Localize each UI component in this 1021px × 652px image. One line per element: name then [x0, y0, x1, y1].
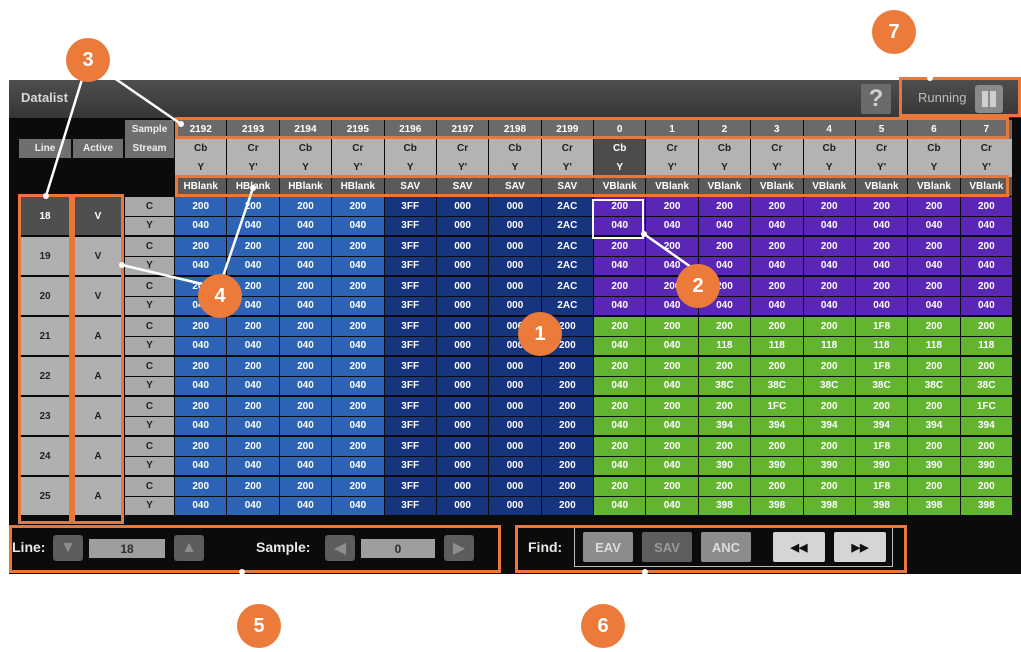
- callout-1: 1: [518, 312, 562, 356]
- callout-5: 5: [237, 604, 281, 648]
- callout-6: 6: [581, 604, 625, 648]
- callout-leader-lines: [43, 31, 933, 627]
- callout-4: 4: [198, 274, 242, 318]
- callout-2: 2: [676, 264, 720, 308]
- callout-3: 3: [66, 38, 110, 82]
- callout-7: 7: [872, 10, 916, 54]
